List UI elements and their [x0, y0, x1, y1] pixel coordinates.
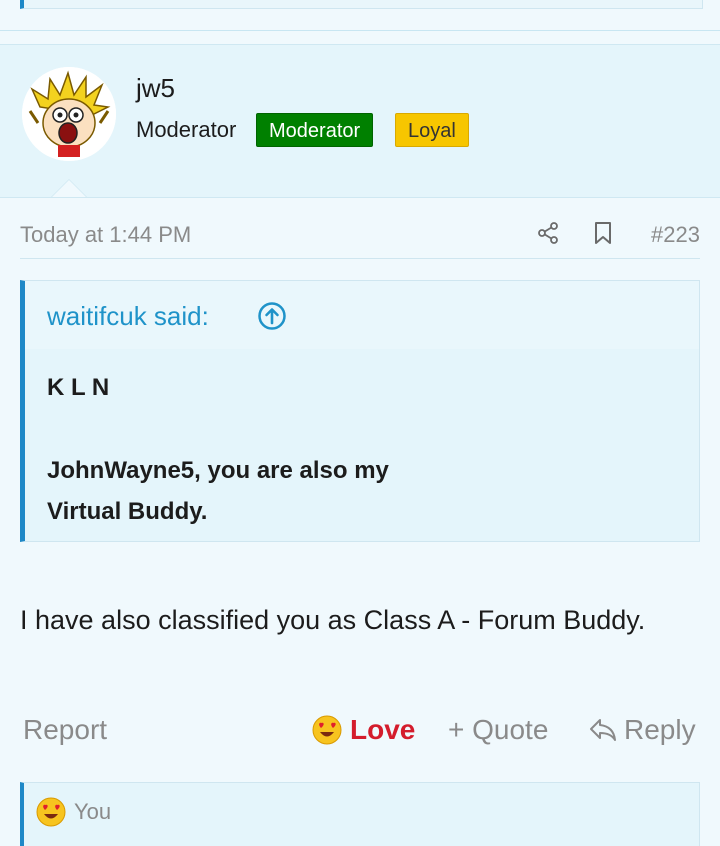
- love-reaction-button[interactable]: Love: [312, 714, 415, 746]
- post-message: I have also classified you as Class A - …: [20, 605, 646, 635]
- post-meta-row: Today at 1:44 PM #223: [20, 218, 700, 259]
- avatar-cartoon-icon: [22, 67, 116, 161]
- quote-button[interactable]: + Quote: [448, 714, 548, 746]
- reply-label: Reply: [624, 714, 696, 745]
- post-user-header: jw5 Moderator Moderator Loyal: [0, 44, 720, 198]
- quote-line: K L N: [47, 374, 110, 401]
- previous-reactions-bar: [20, 0, 703, 9]
- reactions-bar[interactable]: You: [20, 782, 700, 846]
- quote-line: Virtual Buddy.: [47, 498, 208, 525]
- previous-post-tail: [0, 0, 720, 31]
- love-label: Love: [350, 714, 416, 745]
- reactions-user-list[interactable]: You: [74, 799, 111, 825]
- moderator-badge: Moderator: [256, 113, 374, 147]
- reply-arrow-icon: [590, 719, 616, 741]
- header-pointer: [52, 180, 86, 197]
- arrow-up-circle-icon[interactable]: [257, 301, 287, 331]
- post-number-link[interactable]: #223: [651, 222, 700, 248]
- quote-author-link[interactable]: waitifcuk said:: [47, 301, 209, 332]
- bookmark-icon[interactable]: [592, 221, 614, 245]
- quote-block: waitifcuk said: K L N JohnWayne5, you ar…: [20, 280, 700, 542]
- heart-eyes-emoji-icon: [312, 715, 342, 745]
- loyal-badge: Loyal: [395, 113, 469, 147]
- user-title: Moderator: [136, 117, 237, 142]
- username[interactable]: jw5: [136, 73, 175, 104]
- quote-content: K L N JohnWayne5, you are also my Virtua…: [47, 367, 689, 532]
- post-actions-bar: Report Love + Quote Reply: [20, 712, 700, 756]
- post-timestamp[interactable]: Today at 1:44 PM: [20, 222, 191, 248]
- quote-line: JohnWayne5, you are also my: [47, 457, 389, 484]
- reply-button[interactable]: Reply: [588, 714, 696, 746]
- quote-header: waitifcuk said:: [25, 281, 699, 349]
- share-icon[interactable]: [536, 221, 560, 245]
- report-button[interactable]: Report: [23, 714, 107, 746]
- heart-eyes-emoji-icon: [36, 797, 66, 827]
- user-avatar[interactable]: [22, 67, 116, 161]
